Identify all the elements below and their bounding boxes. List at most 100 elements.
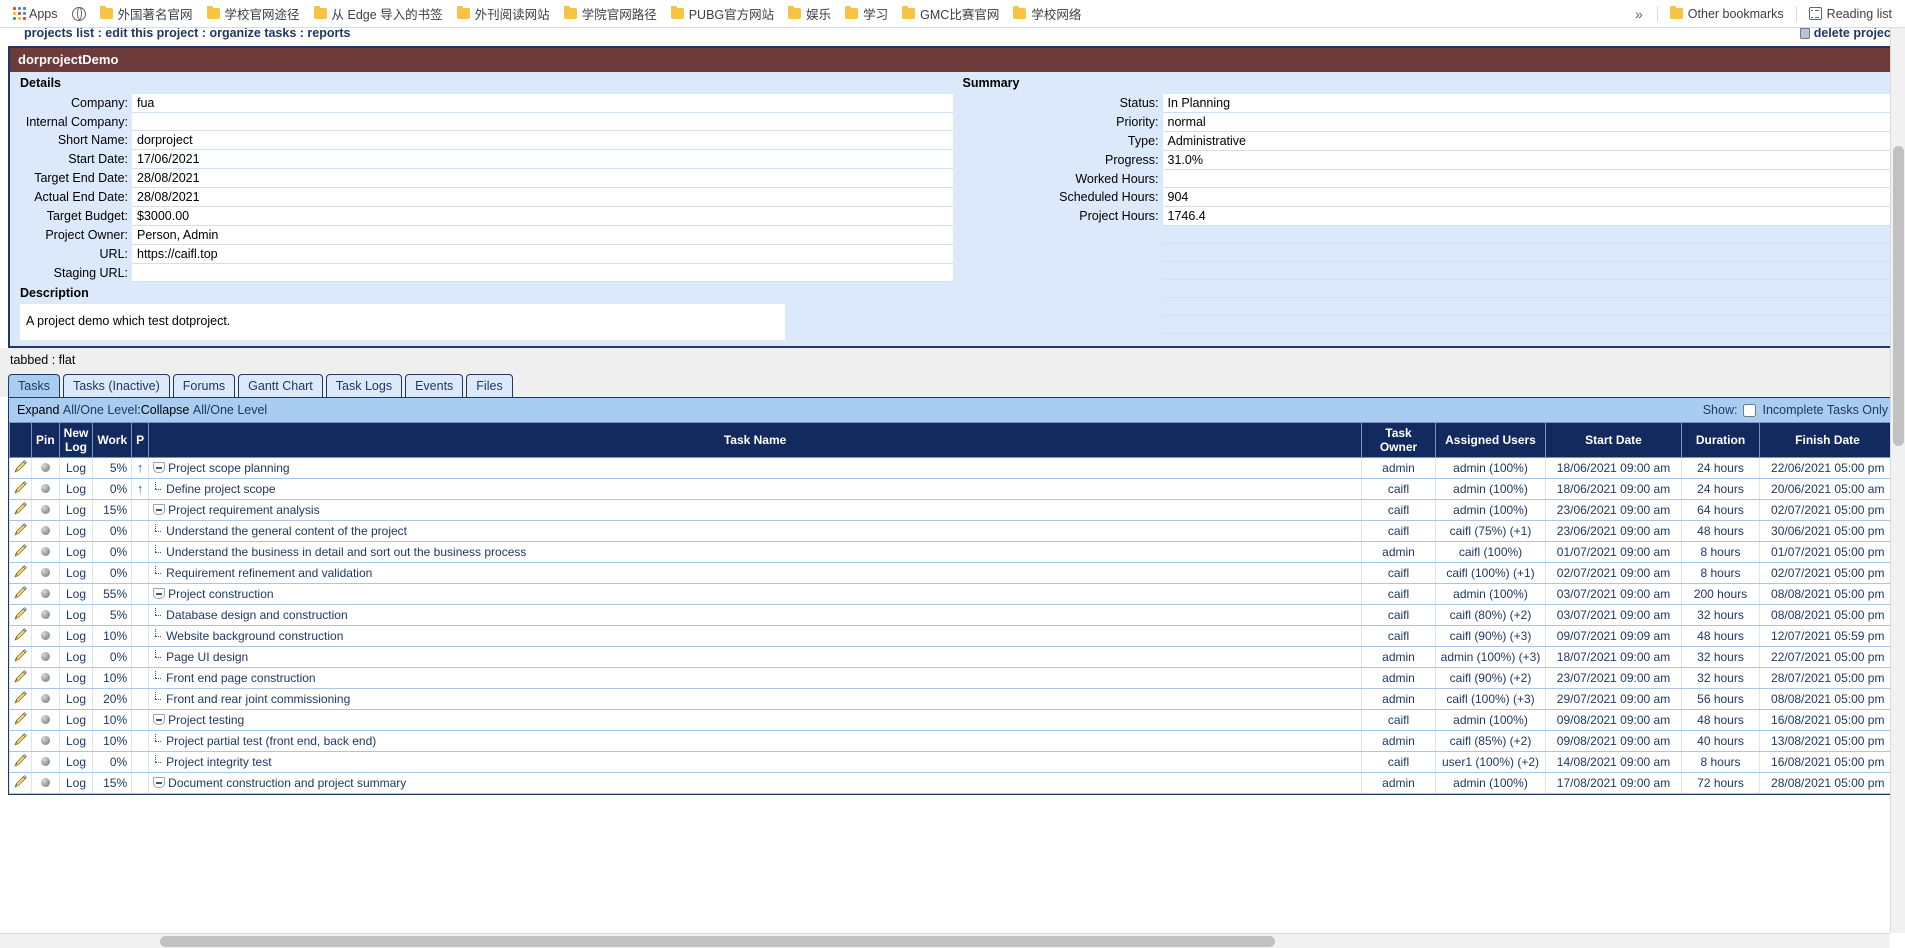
bookmark-item[interactable]: PUBG官方网站 — [664, 1, 781, 26]
bookmark-item[interactable]: 娱乐 — [781, 1, 838, 26]
edit-cell[interactable] — [9, 772, 32, 794]
pin-cell[interactable] — [31, 520, 60, 542]
th-work[interactable]: Work — [92, 422, 133, 458]
bookmark-item[interactable]: 学校网络 — [1006, 1, 1088, 26]
table-row[interactable]: Log 10% Project partial test (front end, b… — [9, 730, 1896, 752]
project-url-value[interactable]: https://caifl.top — [132, 244, 953, 264]
table-row[interactable]: Log 0% ↑ Define project scope caifl admin (10… — [9, 478, 1896, 500]
task-name-link[interactable]: Website background construction — [166, 629, 343, 643]
pin-icon[interactable] — [40, 589, 50, 598]
edit-task-icon[interactable] — [14, 523, 27, 536]
view-mode-flat[interactable]: flat — [59, 353, 76, 367]
task-name-cell[interactable]: Page UI design — [148, 646, 1362, 668]
edit-cell[interactable] — [9, 646, 32, 668]
pin-icon[interactable] — [40, 610, 50, 619]
new-log-cell[interactable]: Log — [58, 667, 93, 689]
table-row[interactable]: Log 15% Project requirement analysis caifl a… — [9, 499, 1896, 521]
edit-cell[interactable] — [9, 667, 32, 689]
new-log-cell[interactable]: Log — [58, 625, 93, 647]
th-start-date[interactable]: Start Date — [1545, 422, 1682, 458]
bookmark-item[interactable]: 学校官网途径 — [200, 1, 307, 26]
collapse-node-icon[interactable] — [153, 462, 166, 473]
pin-icon[interactable] — [40, 526, 50, 535]
new-log-cell[interactable]: Log — [58, 457, 93, 479]
th-pin[interactable]: Pin — [31, 422, 60, 458]
bookmark-item[interactable]: 学习 — [838, 1, 895, 26]
edit-task-icon[interactable] — [14, 586, 27, 599]
th-assigned-users[interactable]: Assigned Users — [1435, 422, 1546, 458]
task-name-cell[interactable]: Front and rear joint commissioning — [148, 688, 1362, 710]
edit-cell[interactable] — [9, 625, 32, 647]
edit-cell[interactable] — [9, 499, 32, 521]
new-log-cell[interactable]: Log — [58, 520, 93, 542]
task-name-link[interactable]: Front end page construction — [166, 671, 315, 685]
new-log-cell[interactable]: Log — [58, 499, 93, 521]
pin-cell[interactable] — [31, 772, 60, 794]
pin-cell[interactable] — [31, 562, 60, 584]
tab-tasks-inactive[interactable]: Tasks (Inactive) — [62, 374, 170, 397]
edit-cell[interactable] — [9, 520, 32, 542]
table-row[interactable]: Log 5% Database design and construction cai… — [9, 604, 1896, 626]
new-log-cell[interactable]: Log — [58, 604, 93, 626]
new-log-cell[interactable]: Log — [58, 772, 93, 794]
pin-cell[interactable] — [31, 646, 60, 668]
edit-cell[interactable] — [9, 562, 32, 584]
edit-cell[interactable] — [9, 541, 32, 563]
collapse-node-icon[interactable] — [153, 504, 166, 515]
new-log-cell[interactable]: Log — [58, 583, 93, 605]
pin-cell[interactable] — [31, 583, 60, 605]
task-name-cell[interactable]: Database design and construction — [148, 604, 1362, 626]
task-name-link[interactable]: Front and rear joint commissioning — [166, 692, 350, 706]
collapse-node-icon[interactable] — [153, 588, 166, 599]
pin-icon[interactable] — [40, 463, 50, 472]
vertical-scrollbar[interactable] — [1890, 28, 1905, 933]
task-name-cell[interactable]: Project scope planning — [148, 457, 1362, 479]
task-name-cell[interactable]: Requirement refinement and validation — [148, 562, 1362, 584]
pin-cell[interactable] — [31, 730, 60, 752]
edit-task-icon[interactable] — [14, 628, 27, 641]
new-log-cell[interactable]: Log — [58, 751, 93, 773]
th-priority[interactable]: P — [131, 422, 150, 458]
task-name-link[interactable]: Project integrity test — [166, 755, 271, 769]
edit-task-icon[interactable] — [14, 754, 27, 767]
pin-cell[interactable] — [31, 709, 60, 731]
expand-all-link[interactable]: All/One Level — [63, 403, 137, 417]
view-mode-tabbed[interactable]: tabbed — [10, 353, 48, 367]
bookmark-item[interactable]: 从 Edge 导入的书签 — [307, 1, 450, 26]
edit-task-icon[interactable] — [14, 502, 27, 515]
edit-cell[interactable] — [9, 604, 32, 626]
edit-task-icon[interactable] — [14, 775, 27, 788]
task-name-link[interactable]: Requirement refinement and validation — [166, 566, 372, 580]
task-name-link[interactable]: Project requirement analysis — [168, 503, 319, 517]
new-log-cell[interactable]: Log — [58, 562, 93, 584]
pin-icon[interactable] — [40, 673, 50, 682]
task-name-link[interactable]: Project construction — [168, 587, 273, 601]
table-row[interactable]: Log 5% ↑ Project scope planning admin admin (… — [9, 457, 1896, 479]
edit-cell[interactable] — [9, 583, 32, 605]
task-name-cell[interactable]: Front end page construction — [148, 667, 1362, 689]
task-name-link[interactable]: Document construction and project summar… — [168, 776, 406, 790]
horizontal-scrollbar[interactable] — [0, 933, 1890, 948]
edit-task-icon[interactable] — [14, 712, 27, 725]
collapse-node-icon[interactable] — [153, 777, 166, 788]
tab-forums[interactable]: Forums — [172, 374, 236, 397]
pin-cell[interactable] — [31, 625, 60, 647]
table-row[interactable]: Log 10% Website background construction cai… — [9, 625, 1896, 647]
table-row[interactable]: Log 0% Understand the business in detail a… — [9, 541, 1896, 563]
edit-cell[interactable] — [9, 730, 32, 752]
edit-task-icon[interactable] — [14, 691, 27, 704]
tab-files[interactable]: Files — [466, 374, 513, 397]
edit-task-icon[interactable] — [14, 544, 27, 557]
delete-project-button[interactable]: delete project — [1799, 28, 1895, 39]
pin-cell[interactable] — [31, 751, 60, 773]
table-row[interactable]: Log 20% Front and rear joint commissioning… — [9, 688, 1896, 710]
task-name-link[interactable]: Project partial test (front end, back en… — [166, 734, 376, 748]
task-name-link[interactable]: Understand the general content of the pr… — [166, 524, 407, 538]
table-row[interactable]: Log 10% Front end page construction admin ca… — [9, 667, 1896, 689]
edit-task-icon[interactable] — [14, 649, 27, 662]
new-log-cell[interactable]: Log — [58, 541, 93, 563]
bookmarks-overflow-button[interactable]: » — [1626, 6, 1652, 22]
horizontal-scroll-thumb[interactable] — [160, 936, 1275, 947]
edit-task-icon[interactable] — [14, 460, 27, 473]
task-name-link[interactable]: Page UI design — [166, 650, 248, 664]
